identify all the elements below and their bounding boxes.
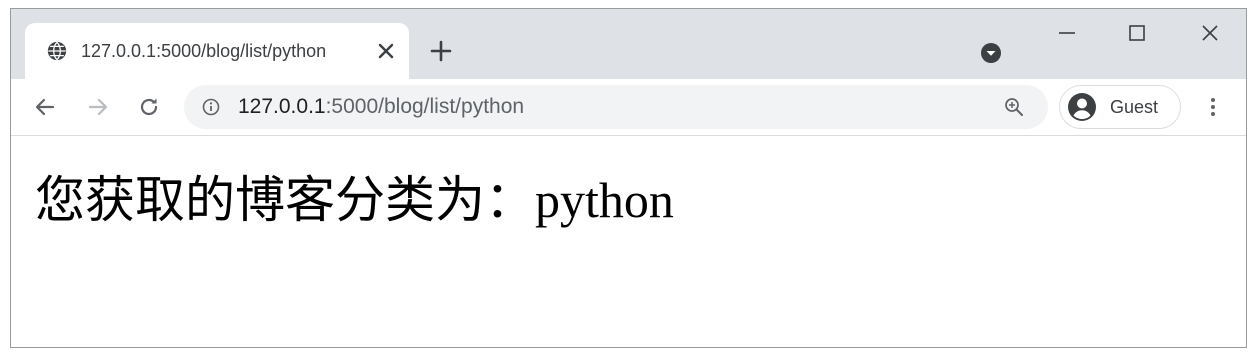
arrow-left-icon[interactable] — [33, 95, 57, 119]
arrow-right-icon[interactable] — [86, 95, 110, 119]
tab-title-fade — [341, 37, 371, 65]
browser-window: 127.0.0.1:5000/blog/list/python 127.0.0.… — [10, 8, 1247, 348]
close-icon[interactable] — [376, 41, 396, 61]
profile-label: Guest — [1110, 97, 1159, 117]
address-bar[interactable]: 127.0.0.1:5000/blog/list/python — [184, 85, 1048, 129]
tab-title: 127.0.0.1:5000/blog/list/python — [81, 41, 327, 61]
tab-active[interactable]: 127.0.0.1:5000/blog/list/python — [25, 23, 409, 79]
maximize-icon[interactable] — [1127, 23, 1147, 43]
address-host: 127.0.0.1 — [238, 95, 326, 118]
profile-button[interactable]: Guest — [1059, 85, 1181, 129]
plus-icon[interactable] — [429, 39, 453, 63]
zoom-icon[interactable] — [1004, 97, 1024, 117]
tab-strip: 127.0.0.1:5000/blog/list/python — [11, 9, 1246, 79]
globe-icon — [47, 41, 67, 61]
window-close-icon[interactable] — [1200, 23, 1220, 43]
chevron-down-circle-icon[interactable] — [980, 42, 1002, 64]
reload-icon[interactable] — [137, 95, 161, 119]
address-path: :5000/blog/list/python — [325, 95, 525, 118]
account-circle-icon — [1068, 93, 1096, 121]
address-url[interactable]: 127.0.0.1:5000/blog/list/python — [238, 94, 524, 120]
info-icon[interactable] — [202, 98, 220, 116]
page-heading: 您获取的博客分类为：python — [35, 172, 674, 228]
toolbar: 127.0.0.1:5000/blog/list/python Guest — [11, 79, 1246, 136]
three-dots-vertical-icon[interactable] — [1201, 95, 1225, 119]
minimize-icon[interactable] — [1057, 23, 1077, 43]
page-content: 您获取的博客分类为：python — [11, 136, 1246, 347]
